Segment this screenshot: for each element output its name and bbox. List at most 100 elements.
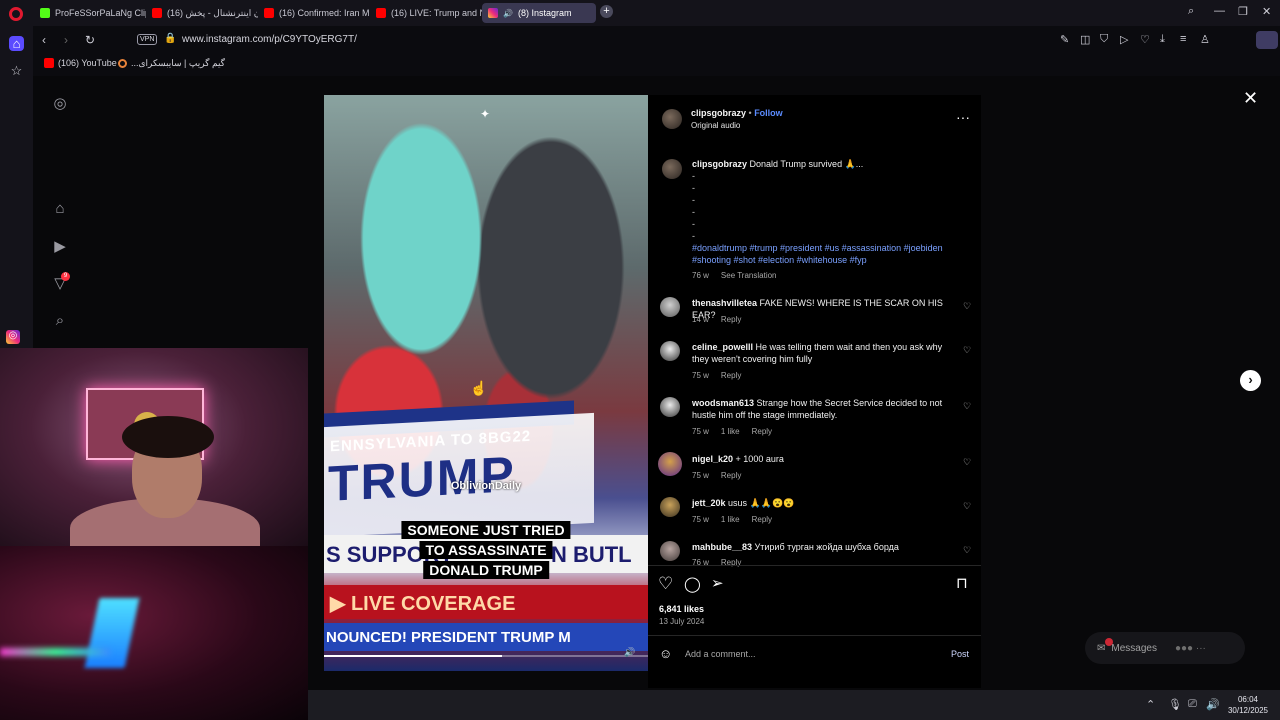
comment-username[interactable]: jett_20k (692, 498, 726, 508)
comment-username[interactable]: mahbube__83 (692, 542, 752, 552)
instagram-sidebar-icon[interactable]: ◎ (6, 330, 20, 344)
download-icon[interactable]: ⤓ (1160, 33, 1165, 46)
play-icon[interactable]: ▷ (1120, 33, 1128, 46)
more-options-icon[interactable]: ··· (956, 109, 970, 125)
tab-instagram[interactable]: 🔊 (8) Instagram (482, 3, 596, 23)
opera-logo-icon[interactable] (9, 7, 23, 21)
next-post-button[interactable]: › (1240, 370, 1261, 391)
tray-overflow-icon[interactable]: ⌃ (1146, 698, 1155, 711)
like-comment-icon[interactable]: ♡ (963, 401, 971, 412)
network-icon[interactable]: ⎚ (1188, 698, 1197, 711)
comment-avatar[interactable] (660, 541, 680, 561)
webcam-face-view (0, 348, 308, 558)
profile-icon[interactable]: ♙ (1200, 33, 1210, 46)
like-comment-icon[interactable]: ♡ (963, 501, 971, 512)
hashtags-line[interactable]: #shooting #shot #election #whitehouse #f… (692, 254, 960, 266)
like-comment-icon[interactable]: ♡ (963, 345, 971, 356)
likes-count[interactable]: 6,841 likes (659, 604, 704, 614)
extension-button[interactable] (1256, 31, 1278, 49)
shield-icon[interactable]: ⛉ (1100, 33, 1108, 46)
comment-avatar[interactable] (660, 297, 680, 317)
share-icon[interactable]: ➢ (711, 574, 724, 592)
like-comment-icon[interactable]: ♡ (963, 545, 971, 556)
volume-tray-icon[interactable]: 🔊 (1206, 698, 1220, 711)
search-tabs-icon[interactable]: ⌕ (1188, 5, 1194, 18)
comment-username[interactable]: woodsman613 (692, 398, 754, 408)
home-nav-icon[interactable]: ⌂ (51, 200, 69, 217)
post-video[interactable]: ✦ ENNSYLVANIA TO 8BG22 TRUMP S SUPPORT N… (324, 95, 648, 671)
bookmark-youtube[interactable]: (106) YouTube (44, 58, 117, 68)
comment-icon[interactable]: ◯ (684, 575, 701, 593)
author-avatar[interactable] (662, 109, 682, 129)
minimize-button[interactable]: — (1214, 5, 1225, 17)
reply-button[interactable]: Reply (721, 315, 741, 324)
comment-avatar[interactable] (660, 341, 680, 361)
instagram-logo-icon[interactable]: ◎ (51, 94, 69, 112)
comment-avatar[interactable] (658, 452, 682, 476)
live-coverage-text: ▶ LIVE COVERAGE (330, 593, 516, 615)
caption-username[interactable]: clipsgobrazy (692, 159, 747, 169)
comment-body: + 1000 aura (735, 454, 784, 464)
reload-button[interactable]: ↻ (85, 33, 95, 47)
restore-button[interactable]: ❐ (1238, 5, 1248, 18)
post-comment-button[interactable]: Post (951, 649, 969, 659)
reply-button[interactable]: Reply (721, 371, 741, 380)
menu-icon[interactable]: ≡ (1180, 33, 1186, 45)
bookmark-gamegrip[interactable]: ...گیم گریپ | سایبسکرای (118, 58, 225, 69)
url-field[interactable]: www.instagram.com/p/C9YTOyERG7T/ (182, 34, 357, 45)
comment-like-count[interactable]: 1 like (721, 515, 740, 524)
divider (648, 565, 981, 566)
tab-kick[interactable]: ProFeSSorPaLaNg Clips - (34, 3, 146, 23)
hashtags-line[interactable]: #donaldtrump #trump #president #us #assa… (692, 242, 960, 254)
caption-avatar[interactable] (662, 159, 682, 179)
save-icon[interactable]: ⊓ (956, 574, 968, 592)
like-comment-icon[interactable]: ♡ (963, 457, 971, 468)
snapshot-edit-icon[interactable]: ✎ (1060, 33, 1069, 46)
forward-button[interactable]: › (64, 33, 68, 47)
microphone-icon[interactable]: 🎙 (1168, 698, 1182, 711)
comment-like-count[interactable]: 1 like (721, 427, 740, 436)
volume-icon[interactable]: 🔊 (624, 647, 635, 658)
close-window-button[interactable]: ✕ (1262, 5, 1271, 18)
tab-youtube-1[interactable]: ایران اینترنشنال - پخش (16) (146, 3, 258, 23)
reply-button[interactable]: Reply (752, 515, 772, 524)
lock-icon[interactable]: 🔒 (164, 33, 176, 44)
sparkle-icon[interactable]: ✦ (480, 107, 490, 121)
camera-icon[interactable]: ◫ (1080, 33, 1090, 46)
caption-hashtags[interactable]: #donaldtrump #trump #president #us #assa… (692, 242, 960, 266)
heart-icon[interactable]: ♡ (1140, 33, 1150, 46)
close-modal-icon[interactable]: ✕ (1243, 88, 1258, 109)
comment-avatar[interactable] (660, 397, 680, 417)
reels-nav-icon[interactable]: ▶ (51, 237, 69, 255)
emoji-icon[interactable]: ☺ (659, 646, 672, 661)
home-icon[interactable]: ⌂ (9, 36, 24, 51)
comment-username[interactable]: nigel_k20 (692, 454, 733, 464)
add-comment-input[interactable]: Add a comment... (685, 649, 756, 659)
reply-button[interactable]: Reply (721, 471, 741, 480)
comment-username[interactable]: thenashvilletea (692, 298, 757, 308)
comment-text: nigel_k20 + 1000 aura (692, 453, 960, 465)
reply-button[interactable]: Reply (752, 427, 772, 436)
messages-button[interactable]: ✉ Messages ●●● ··· (1085, 632, 1245, 664)
caption-dash: - (692, 207, 695, 217)
video-progress-bar[interactable] (324, 655, 648, 657)
follow-button[interactable]: Follow (754, 108, 783, 118)
comment-meta: 75 w Reply (692, 371, 741, 380)
comment-age: 75 w (692, 427, 709, 436)
comment-text: jett_20k usus 🙏🙏😮😮 (692, 497, 960, 509)
comment-username[interactable]: celine_powelll (692, 342, 753, 352)
search-nav-icon[interactable]: ⌕ (51, 312, 69, 329)
audio-label[interactable]: Original audio (691, 121, 740, 130)
like-icon[interactable]: ♡ (658, 574, 673, 594)
see-translation-link[interactable]: See Translation (721, 271, 777, 280)
pinboard-icon[interactable]: ☆ (9, 63, 24, 78)
like-comment-icon[interactable]: ♡ (963, 301, 971, 312)
vpn-badge[interactable]: VPN (137, 34, 158, 45)
system-clock[interactable]: 06:04 30/12/2025 (1222, 694, 1274, 716)
new-tab-button[interactable]: + (600, 5, 613, 18)
tab-youtube-3[interactable]: (16) LIVE: Trump and Neta (370, 3, 482, 23)
author-username[interactable]: clipsgobrazy (691, 108, 746, 118)
back-button[interactable]: ‹ (42, 33, 46, 47)
comment-avatar[interactable] (660, 497, 680, 517)
tab-youtube-2[interactable]: (16) Confirmed: Iran Missi (258, 3, 370, 23)
